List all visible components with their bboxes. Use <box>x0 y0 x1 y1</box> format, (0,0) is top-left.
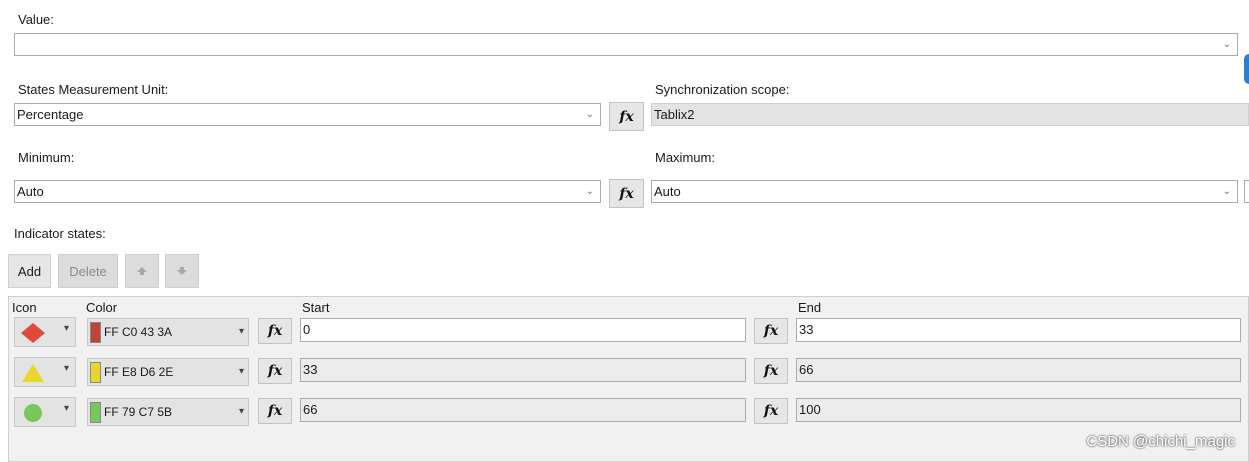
chevron-down-icon: ⌄ <box>1222 39 1231 50</box>
row3-icon-dropdown[interactable]: ▾ <box>14 397 76 427</box>
synchronization-scope-label: Synchronization scope: <box>655 82 790 97</box>
fx-icon: fx <box>763 403 779 419</box>
column-header-color: Color <box>86 300 118 315</box>
minimum-label: Minimum: <box>18 150 75 165</box>
fx-icon: fx <box>763 323 779 339</box>
synchronization-scope-field: Tablix2 <box>651 103 1249 126</box>
row3-start-fx-button[interactable]: fx <box>754 398 788 424</box>
arrow-down-icon <box>177 267 187 275</box>
row3-end-input[interactable]: 100 <box>796 398 1241 422</box>
column-header-start: Start <box>302 300 330 315</box>
row1-icon-dropdown[interactable]: ▾ <box>14 317 76 347</box>
row1-color-value: FF C0 43 3A <box>104 325 173 339</box>
color-swatch <box>90 402 101 423</box>
row2-start-fx-button[interactable]: fx <box>754 358 788 384</box>
row1-end-input[interactable]: 33 <box>796 318 1241 342</box>
move-up-button[interactable] <box>125 254 159 288</box>
fx-icon: fx <box>619 108 634 125</box>
column-header-icon: Icon <box>12 300 37 315</box>
row3-color-value: FF 79 C7 5B <box>104 405 173 419</box>
delete-button[interactable]: Delete <box>58 254 118 288</box>
arrow-up-icon <box>137 267 147 275</box>
maximum-label: Maximum: <box>655 150 715 165</box>
states-measurement-unit-fx-button[interactable]: fx <box>609 102 644 131</box>
row3-start-input[interactable]: 66 <box>300 398 746 422</box>
chevron-down-icon: ⌄ <box>585 186 594 197</box>
states-measurement-unit-selected: Percentage <box>17 107 84 122</box>
chevron-down-icon: ▾ <box>63 323 69 334</box>
synchronization-scope-value: Tablix2 <box>654 107 695 122</box>
maximum-fx-button-edge[interactable] <box>1244 180 1249 203</box>
row1-start-fx-button[interactable]: fx <box>754 318 788 344</box>
indicator-states-grid: Icon Color Start End ▾ FF C0 43 3A ▾ fx … <box>8 296 1249 462</box>
fx-icon: fx <box>267 363 283 379</box>
value-dropdown[interactable]: ⌄ <box>14 33 1238 56</box>
row1-color-fx-button[interactable]: fx <box>258 318 292 344</box>
states-measurement-unit-dropdown[interactable]: Percentage ⌄ <box>14 103 601 126</box>
circle-icon <box>24 404 42 422</box>
fx-icon: fx <box>763 363 779 379</box>
color-swatch <box>90 322 101 343</box>
row2-color-value: FF E8 D6 2E <box>104 365 174 379</box>
chevron-down-icon: ▾ <box>63 403 69 414</box>
chevron-down-icon: ▾ <box>238 366 244 377</box>
chevron-down-icon: ▾ <box>238 326 244 337</box>
triangle-icon <box>22 364 44 382</box>
minimum-fx-button[interactable]: fx <box>609 179 644 208</box>
maximum-dropdown[interactable]: Auto ⌄ <box>651 180 1238 203</box>
chevron-down-icon: ⌄ <box>585 109 594 120</box>
row2-color-dropdown[interactable]: FF E8 D6 2E ▾ <box>87 358 249 386</box>
row2-color-fx-button[interactable]: fx <box>258 358 292 384</box>
chevron-down-icon: ⌄ <box>1222 186 1231 197</box>
chevron-down-icon: ▾ <box>238 406 244 417</box>
chevron-down-icon: ▾ <box>63 363 69 374</box>
scroll-indicator[interactable] <box>1244 54 1249 84</box>
add-button[interactable]: Add <box>8 254 51 288</box>
fx-icon: fx <box>267 403 283 419</box>
row2-end-input[interactable]: 66 <box>796 358 1241 382</box>
fx-icon: fx <box>267 323 283 339</box>
fx-icon: fx <box>619 185 634 202</box>
row2-icon-dropdown[interactable]: ▾ <box>14 357 76 387</box>
watermark: CSDN @chichi_magic <box>1086 433 1235 450</box>
row1-start-input[interactable]: 0 <box>300 318 746 342</box>
maximum-selected: Auto <box>654 184 681 199</box>
value-label: Value: <box>18 12 54 27</box>
indicator-states-label: Indicator states: <box>14 226 106 241</box>
column-header-end: End <box>798 300 822 315</box>
move-down-button[interactable] <box>165 254 199 288</box>
row3-color-dropdown[interactable]: FF 79 C7 5B ▾ <box>87 398 249 426</box>
row1-color-dropdown[interactable]: FF C0 43 3A ▾ <box>87 318 249 346</box>
diamond-icon <box>21 323 45 343</box>
minimum-selected: Auto <box>17 184 44 199</box>
minimum-dropdown[interactable]: Auto ⌄ <box>14 180 601 203</box>
states-measurement-unit-label: States Measurement Unit: <box>18 82 169 97</box>
row2-start-input[interactable]: 33 <box>300 358 746 382</box>
color-swatch <box>90 362 101 383</box>
row3-color-fx-button[interactable]: fx <box>258 398 292 424</box>
